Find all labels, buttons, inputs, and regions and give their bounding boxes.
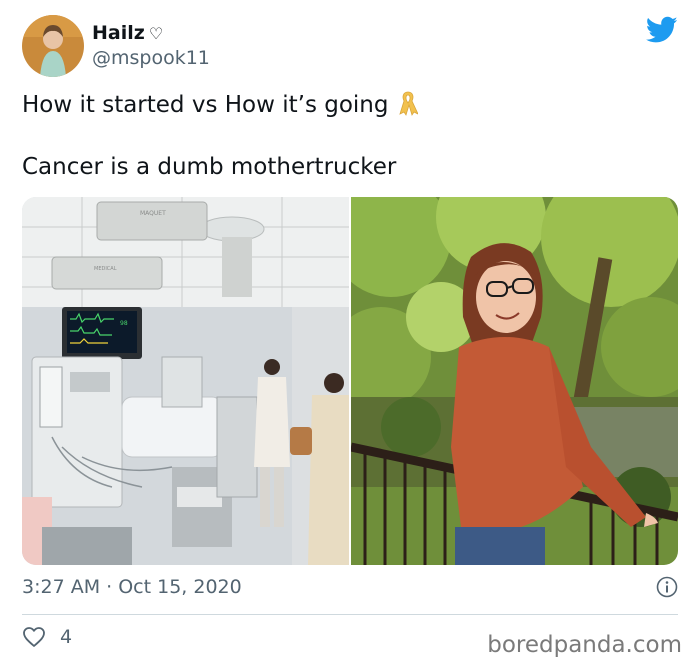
svg-text:98: 98 [120,320,128,327]
author-name-row[interactable]: Hailz ♡ [92,22,163,44]
photo-hospital[interactable]: MAQUET MEDICAL 98 [22,197,349,565]
photo-woman-balcony[interactable] [351,197,678,565]
divider [22,614,678,615]
photo-arm-brand: MEDICAL [94,266,117,272]
heart-icon[interactable] [22,626,46,648]
tweet-line-1: How it started vs How it’s going [22,92,389,118]
author-handle[interactable]: @mspook11 [92,47,210,69]
like-group[interactable]: 4 [22,626,72,648]
author-name-symbol: ♡ [148,23,164,43]
author-avatar[interactable] [22,15,84,77]
gold-ribbon-icon [399,91,418,116]
tweet-timestamp[interactable]: 3:27 AM · Oct 15, 2020 [22,576,242,598]
tweet-media[interactable]: MAQUET MEDICAL 98 [22,197,678,565]
info-icon[interactable] [656,576,678,598]
tweet-line-2: Cancer is a dumb mothertrucker [22,154,397,180]
photo-monitor-brand: MAQUET [140,210,166,217]
watermark: boredpanda.com [487,632,682,658]
tweet-text: How it started vs How it’s going Cancer … [22,90,672,183]
twitter-bird-icon[interactable] [646,16,678,44]
like-count: 4 [60,626,73,648]
author-name[interactable]: Hailz [92,22,145,44]
